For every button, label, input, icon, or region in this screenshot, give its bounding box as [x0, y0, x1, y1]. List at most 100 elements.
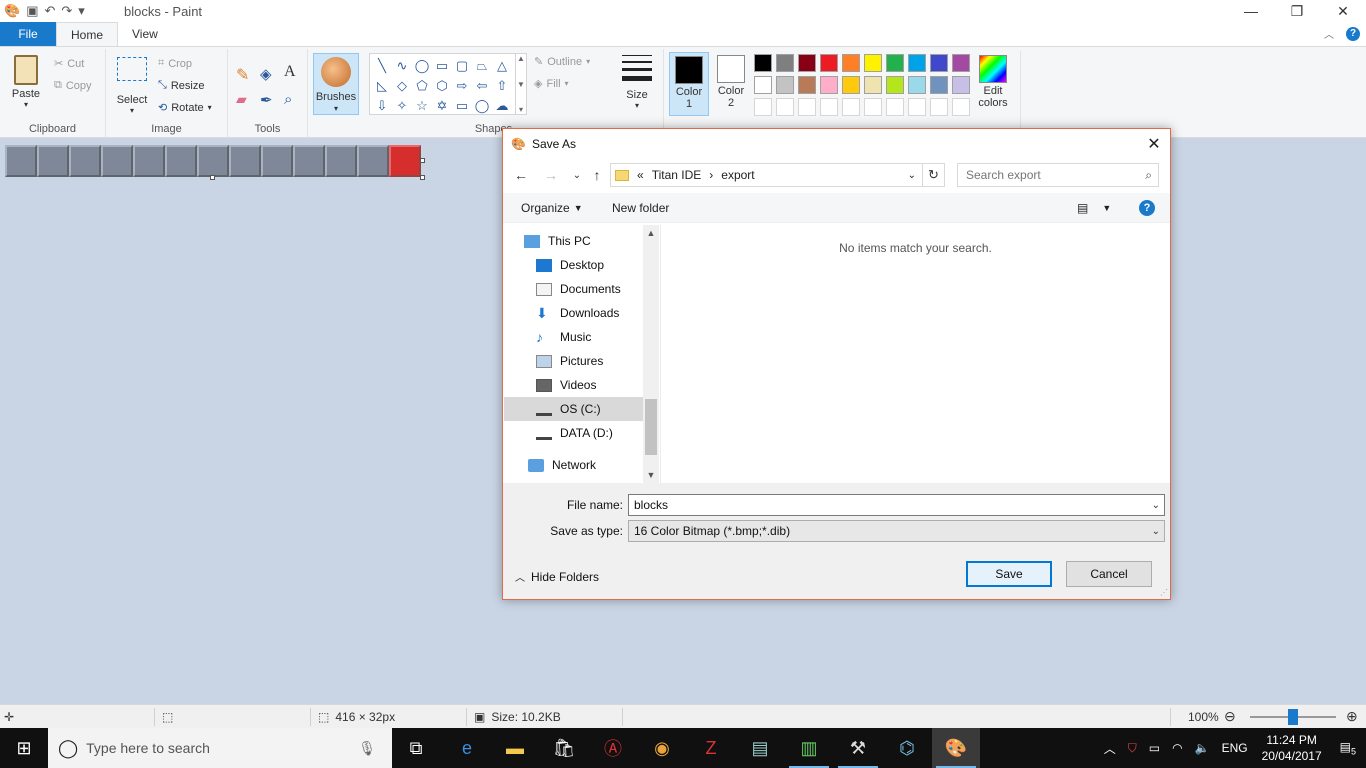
rounded-rectangle-shape-icon[interactable]: ▢: [452, 56, 472, 76]
crop-button[interactable]: ⌗ Crop: [158, 57, 192, 70]
palette-swatch[interactable]: [798, 76, 816, 94]
text-tool-icon[interactable]: A: [284, 63, 296, 81]
back-arrow-icon[interactable]: ←: [511, 165, 531, 185]
notepad-icon[interactable]: ▤: [736, 728, 784, 768]
search-input[interactable]: Search export ⌕: [957, 163, 1159, 187]
customize-qat-icon[interactable]: ▾: [78, 3, 85, 19]
rect-callout-shape-icon[interactable]: ▭: [452, 96, 472, 116]
nav-pictures[interactable]: Pictures: [536, 349, 642, 373]
up-arrow-shape-icon[interactable]: ⇧: [492, 76, 512, 96]
scroll-up-arrow-icon[interactable]: ▲: [643, 225, 659, 241]
outline-button[interactable]: ✎ Outline ▾: [534, 55, 590, 69]
palette-empty-slot[interactable]: [952, 98, 970, 116]
store-icon[interactable]: 🛍: [540, 728, 588, 768]
resize-button[interactable]: ⤡ Resize: [158, 79, 204, 92]
palette-swatch[interactable]: [754, 54, 772, 72]
magnifier-icon[interactable]: ⌕: [284, 91, 292, 108]
palette-empty-slot[interactable]: [886, 98, 904, 116]
tab-view[interactable]: View: [118, 22, 172, 46]
nav-documents[interactable]: Documents: [536, 277, 642, 301]
breadcrumb-overflow[interactable]: «: [637, 168, 644, 182]
file-explorer-icon[interactable]: ▬: [491, 728, 539, 768]
palette-empty-slot[interactable]: [798, 98, 816, 116]
microphone-icon[interactable]: 🎙: [358, 740, 376, 757]
language-indicator[interactable]: ENG: [1216, 741, 1254, 755]
save-icon[interactable]: ▣: [26, 3, 38, 19]
palette-empty-slot[interactable]: [820, 98, 838, 116]
zoom-slider-thumb[interactable]: [1288, 709, 1298, 725]
nav-music[interactable]: ♪ Music: [536, 325, 642, 349]
navigation-scrollbar[interactable]: ▲ ▼: [643, 225, 659, 483]
diamond-shape-icon[interactable]: ◇: [392, 76, 412, 96]
color2-button[interactable]: Color 2: [711, 52, 751, 116]
task-view-icon[interactable]: ⧉: [392, 728, 440, 768]
color-picker-icon[interactable]: ✒: [260, 91, 273, 109]
palette-swatch[interactable]: [864, 54, 882, 72]
file-list[interactable]: No items match your search.: [660, 225, 1170, 483]
volume-icon[interactable]: 🔈: [1189, 741, 1216, 755]
nav-videos[interactable]: Videos: [536, 373, 642, 397]
dialog-help-icon[interactable]: ?: [1139, 200, 1155, 216]
cancel-button[interactable]: Cancel: [1066, 561, 1152, 587]
select-button[interactable]: Select ▾: [114, 57, 150, 115]
filezilla-icon[interactable]: Z: [687, 728, 735, 768]
organize-button[interactable]: Organize ▼: [521, 201, 583, 215]
address-dropdown-icon[interactable]: ⌄: [908, 170, 916, 181]
palette-swatch[interactable]: [776, 54, 794, 72]
nav-os-c[interactable]: OS (C:): [504, 397, 643, 421]
tab-home[interactable]: Home: [56, 22, 119, 46]
show-hidden-icons-icon[interactable]: ︿: [1098, 740, 1122, 757]
resize-handle-bottom[interactable]: [210, 175, 215, 180]
windows-start-icon[interactable]: ⊞: [0, 728, 48, 768]
recent-locations-icon[interactable]: ⌄: [567, 165, 587, 185]
undo-icon[interactable]: ↶: [44, 3, 55, 19]
paint-taskbar-icon[interactable]: 🎨: [932, 728, 980, 768]
right-arrow-shape-icon[interactable]: ⇨: [452, 76, 472, 96]
file-name-input[interactable]: blocks ⌄: [628, 494, 1165, 516]
refresh-icon[interactable]: ↻: [923, 163, 945, 187]
brushes-button[interactable]: Brushes ▾: [313, 53, 359, 115]
chevron-down-icon[interactable]: ⌄: [1152, 526, 1160, 537]
nav-data-d[interactable]: DATA (D:): [536, 421, 642, 445]
chevron-down-icon[interactable]: ⌄: [1152, 500, 1160, 511]
nav-downloads[interactable]: ⬇ Downloads: [536, 301, 642, 325]
scrollbar-thumb[interactable]: [645, 399, 657, 455]
cut-button[interactable]: ✂ Cut: [54, 57, 84, 71]
palette-swatch[interactable]: [952, 54, 970, 72]
cloud-callout-shape-icon[interactable]: ☁: [492, 96, 512, 116]
palette-swatch[interactable]: [952, 76, 970, 94]
palette-empty-slot[interactable]: [908, 98, 926, 116]
forward-arrow-icon[interactable]: →: [541, 165, 561, 185]
nav-desktop[interactable]: Desktop: [536, 253, 642, 277]
wifi-icon[interactable]: ◠: [1166, 741, 1188, 755]
breadcrumb-export[interactable]: export: [721, 168, 754, 182]
four-point-star-shape-icon[interactable]: ✧: [392, 96, 412, 116]
six-point-star-shape-icon[interactable]: ✡: [432, 96, 452, 116]
save-type-select[interactable]: 16 Color Bitmap (*.bmp;*.dib) ⌄: [628, 520, 1165, 542]
breadcrumb-separator[interactable]: ›: [709, 168, 713, 182]
shapes-scroll[interactable]: ▲ ▼ ▾: [515, 53, 527, 115]
scroll-down-arrow-icon[interactable]: ▼: [643, 467, 659, 483]
up-arrow-icon[interactable]: ↑: [587, 165, 607, 185]
taskbar-search[interactable]: ◯ Type here to search 🎙: [48, 728, 392, 768]
chart-app-icon[interactable]: ▥: [785, 728, 833, 768]
paint-app-icon[interactable]: 🎨: [4, 3, 20, 19]
image-canvas[interactable]: [5, 145, 421, 177]
palette-swatch[interactable]: [886, 76, 904, 94]
right-triangle-shape-icon[interactable]: ◺: [372, 76, 392, 96]
collapse-ribbon-icon[interactable]: ︿: [1324, 26, 1334, 41]
redo-icon[interactable]: ↷: [61, 3, 72, 19]
maximize-button[interactable]: ❐: [1274, 0, 1320, 22]
pencil-icon[interactable]: ✎: [236, 65, 249, 85]
help-icon[interactable]: ?: [1346, 26, 1360, 41]
dialog-close-button[interactable]: ✕: [1138, 129, 1170, 159]
palette-swatch[interactable]: [842, 54, 860, 72]
rectangle-shape-icon[interactable]: ▭: [432, 56, 452, 76]
paste-button[interactable]: Paste ▾: [8, 55, 44, 109]
edge-icon[interactable]: e: [443, 728, 491, 768]
network-app-icon[interactable]: ⌬: [883, 728, 931, 768]
five-point-star-shape-icon[interactable]: ☆: [412, 96, 432, 116]
rotate-button[interactable]: ⟲ Rotate ▾: [158, 101, 212, 115]
palette-swatch[interactable]: [908, 54, 926, 72]
tab-file[interactable]: File: [0, 22, 56, 46]
